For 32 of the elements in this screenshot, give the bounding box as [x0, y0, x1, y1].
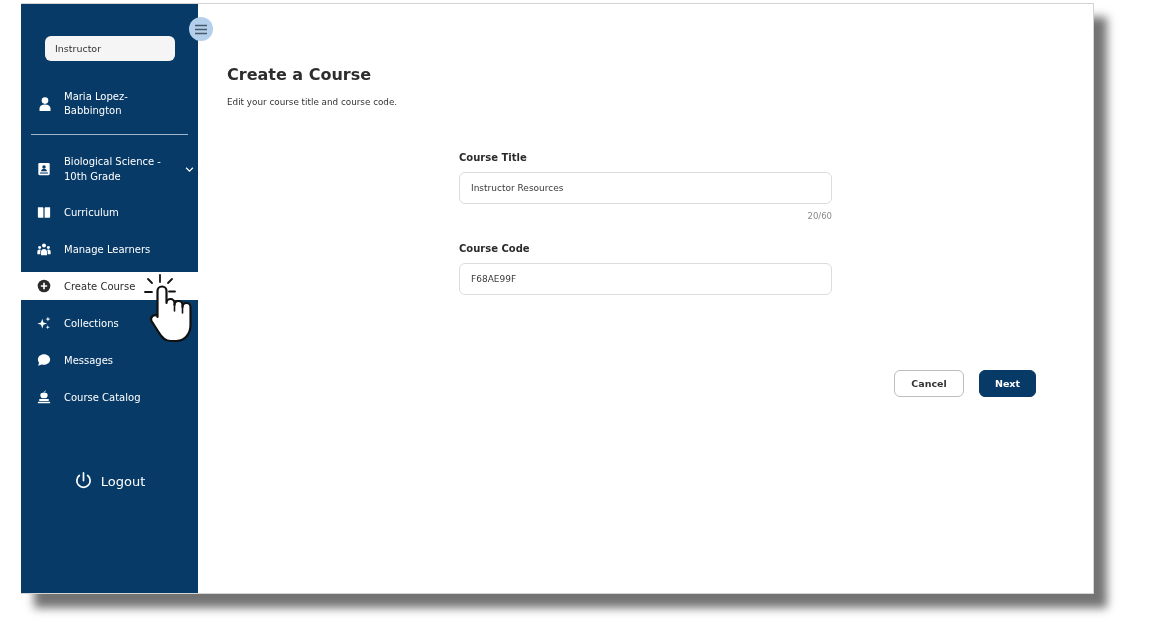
chevron-down-icon: [185, 164, 194, 174]
role-field[interactable]: Instructor: [45, 36, 175, 61]
menu-icon: [194, 23, 208, 35]
text-field[interactable]: Instructor Resources: [459, 172, 832, 204]
field-label: Course Title: [459, 151, 527, 165]
secondary-button[interactable]: Cancel: [894, 370, 964, 397]
sparkle-icon: [37, 316, 51, 330]
menu-button[interactable]: [189, 17, 213, 41]
page-title: Create a Course: [227, 65, 372, 85]
power-icon: [73, 471, 93, 491]
apple-book-icon: [37, 390, 51, 404]
chat-bubble-icon: [37, 353, 51, 367]
nav-item[interactable]: Manage Learners: [21, 235, 198, 263]
primary-button[interactable]: Next: [979, 370, 1036, 397]
logout-button[interactable]: Logout: [69, 469, 150, 493]
char-counter: 20/60: [807, 210, 832, 222]
nav-item[interactable]: Curriculum: [21, 198, 198, 226]
person-icon: [39, 97, 51, 111]
text-field[interactable]: F68AE99F: [459, 263, 832, 295]
field-label: Course Code: [459, 242, 530, 256]
hand-cursor-icon: [143, 273, 193, 344]
nav-item[interactable]: Messages: [21, 346, 198, 374]
page-subtitle: Edit your course title and course code.: [227, 96, 398, 108]
user-name: Maria Lopez-Babbington: [64, 90, 129, 118]
nav-item[interactable]: Course Catalog: [21, 383, 198, 411]
course-selector[interactable]: Biological Science - 10th Grade: [21, 151, 198, 187]
book-icon: [37, 205, 51, 219]
plus-circle-icon: [37, 279, 51, 293]
group-icon: [37, 242, 51, 256]
nav-item[interactable]: Create Course: [21, 272, 198, 300]
contact-book-icon: [37, 162, 51, 176]
nav-item[interactable]: Collections: [21, 309, 198, 337]
